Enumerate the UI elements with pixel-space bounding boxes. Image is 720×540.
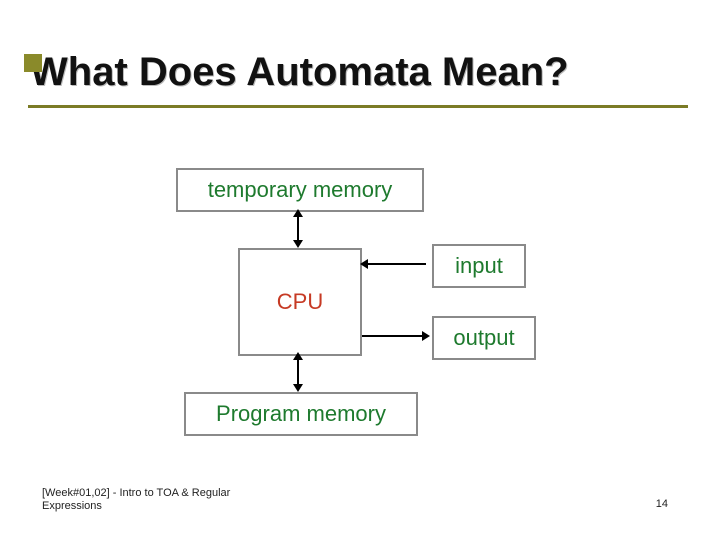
page-number: 14 — [656, 498, 668, 510]
label-output: output — [453, 325, 514, 351]
box-cpu: CPU — [238, 248, 362, 356]
arrow-up-icon — [293, 352, 303, 360]
arrow-right-icon — [422, 331, 430, 341]
box-temporary-memory: temporary memory — [176, 168, 424, 212]
label-temporary-memory: temporary memory — [208, 177, 393, 203]
label-cpu: CPU — [277, 289, 323, 315]
footer-caption: [Week#01,02] - Intro to TOA & Regular Ex… — [42, 487, 242, 515]
connector-cpu-progmem — [297, 358, 299, 386]
title-underline — [28, 105, 688, 108]
connector-input-cpu — [368, 263, 426, 265]
box-input: input — [432, 244, 526, 288]
connector-cpu-output — [362, 335, 422, 337]
bullet-icon — [24, 54, 42, 72]
connector-cpu-tempmem — [297, 216, 299, 242]
box-output: output — [432, 316, 536, 360]
label-input: input — [455, 253, 503, 279]
slide-header: What Does Automata Mean? — [28, 50, 692, 108]
arrow-up-icon — [293, 209, 303, 217]
box-program-memory: Program memory — [184, 392, 418, 436]
arrow-down-icon — [293, 384, 303, 392]
arrow-left-icon — [360, 259, 368, 269]
slide-title: What Does Automata Mean? — [28, 50, 692, 95]
arrow-down-icon — [293, 240, 303, 248]
label-program-memory: Program memory — [216, 401, 386, 427]
